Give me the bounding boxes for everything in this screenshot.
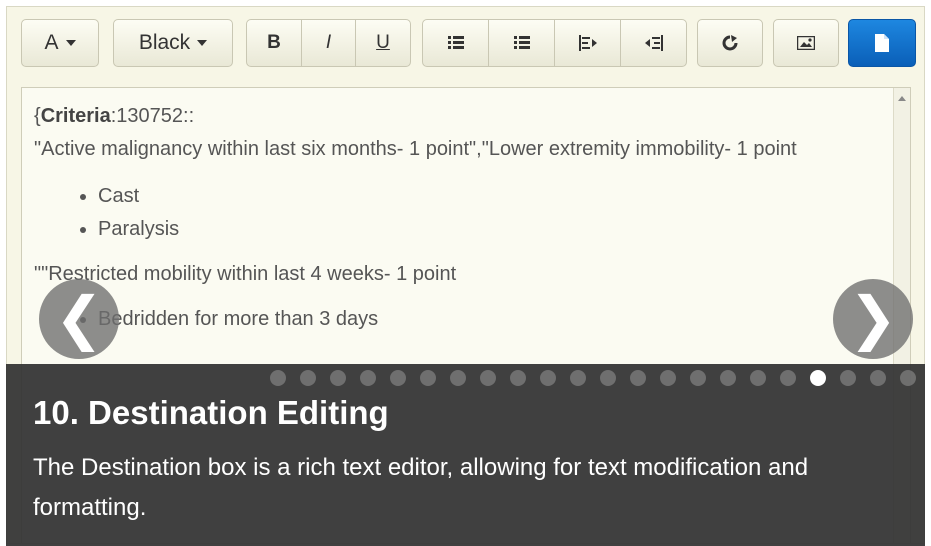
bold-label: B xyxy=(267,32,281,53)
carousel-dot[interactable] xyxy=(720,370,736,386)
list-item: Bedridden for more than 3 days xyxy=(98,303,880,336)
carousel-dot[interactable] xyxy=(450,370,466,386)
list-ul-icon xyxy=(447,36,464,49)
chevron-down-icon xyxy=(197,40,208,46)
carousel-dot[interactable] xyxy=(570,370,586,386)
bullet-list-2: Bedridden for more than 3 days xyxy=(34,303,880,336)
carousel-dot[interactable] xyxy=(330,370,346,386)
scroll-up-icon[interactable] xyxy=(898,96,906,101)
editor-content: {Criteria:130752:: "Active malignancy wi… xyxy=(34,100,880,342)
font-color-dropdown[interactable]: Black xyxy=(113,19,233,67)
criteria-line: {Criteria:130752:: xyxy=(34,105,195,127)
caption-text: The Destination box is a rich text edito… xyxy=(33,454,809,521)
criteria-text: "Active malignancy within last six month… xyxy=(34,138,797,160)
carousel-dot[interactable] xyxy=(270,370,286,386)
carousel-prev-button[interactable]: ❮ xyxy=(39,279,119,359)
undo-icon xyxy=(722,35,738,51)
insert-image-button[interactable] xyxy=(773,19,839,67)
numbered-list-button[interactable] xyxy=(488,19,555,67)
bullet-list-button[interactable] xyxy=(422,19,489,67)
carousel-dot[interactable] xyxy=(780,370,796,386)
image-icon xyxy=(797,36,815,50)
carousel-dot[interactable] xyxy=(690,370,706,386)
chevron-down-icon xyxy=(65,40,76,46)
criteria-key: Criteria xyxy=(40,105,111,127)
carousel-caption: 10. Destination Editing The Destination … xyxy=(6,364,925,546)
source-view-button[interactable] xyxy=(848,19,916,67)
carousel-dot[interactable] xyxy=(510,370,526,386)
bold-button[interactable]: B xyxy=(246,19,302,67)
chevron-right-icon: ❯ xyxy=(848,286,898,351)
font-color-label: Black xyxy=(138,31,191,54)
criteria-id: :130752:: xyxy=(110,105,195,127)
carousel-dot[interactable] xyxy=(480,370,496,386)
editor-toolbar: A Black B I U xyxy=(21,19,916,69)
carousel-dot[interactable] xyxy=(390,370,406,386)
carousel-dot[interactable] xyxy=(300,370,316,386)
criteria-text-2: ""Restricted mobility within last 4 week… xyxy=(34,263,457,285)
caption-title: 10. Destination Editing xyxy=(33,394,389,431)
carousel-dot[interactable] xyxy=(750,370,766,386)
carousel-dot[interactable] xyxy=(630,370,646,386)
document-icon xyxy=(875,34,889,52)
outdent-button[interactable] xyxy=(554,19,621,67)
font-size-dropdown[interactable]: A xyxy=(21,19,99,67)
carousel-dot[interactable] xyxy=(540,370,556,386)
font-size-label: A xyxy=(44,31,59,54)
underline-label: U xyxy=(376,32,390,53)
carousel-indicators xyxy=(270,370,930,386)
italic-label: I xyxy=(325,32,332,53)
carousel-dot[interactable] xyxy=(600,370,616,386)
indent-icon xyxy=(644,35,663,51)
carousel-dot[interactable] xyxy=(420,370,436,386)
list-item: Cast xyxy=(98,180,880,213)
carousel-next-button[interactable]: ❯ xyxy=(833,279,913,359)
list-ol-icon xyxy=(513,36,530,49)
carousel-dot[interactable] xyxy=(360,370,376,386)
chevron-left-icon: ❮ xyxy=(54,286,104,351)
carousel-dot[interactable] xyxy=(840,370,856,386)
indent-button[interactable] xyxy=(620,19,687,67)
italic-button[interactable]: I xyxy=(301,19,356,67)
carousel-dot[interactable] xyxy=(810,370,826,386)
carousel-dot[interactable] xyxy=(660,370,676,386)
outdent-icon xyxy=(578,35,597,51)
redo-button[interactable] xyxy=(697,19,763,67)
bullet-list: Cast Paralysis xyxy=(34,180,880,246)
underline-button[interactable]: U xyxy=(355,19,411,67)
carousel-dot[interactable] xyxy=(900,370,916,386)
list-item: Paralysis xyxy=(98,213,880,246)
carousel-dot[interactable] xyxy=(870,370,886,386)
